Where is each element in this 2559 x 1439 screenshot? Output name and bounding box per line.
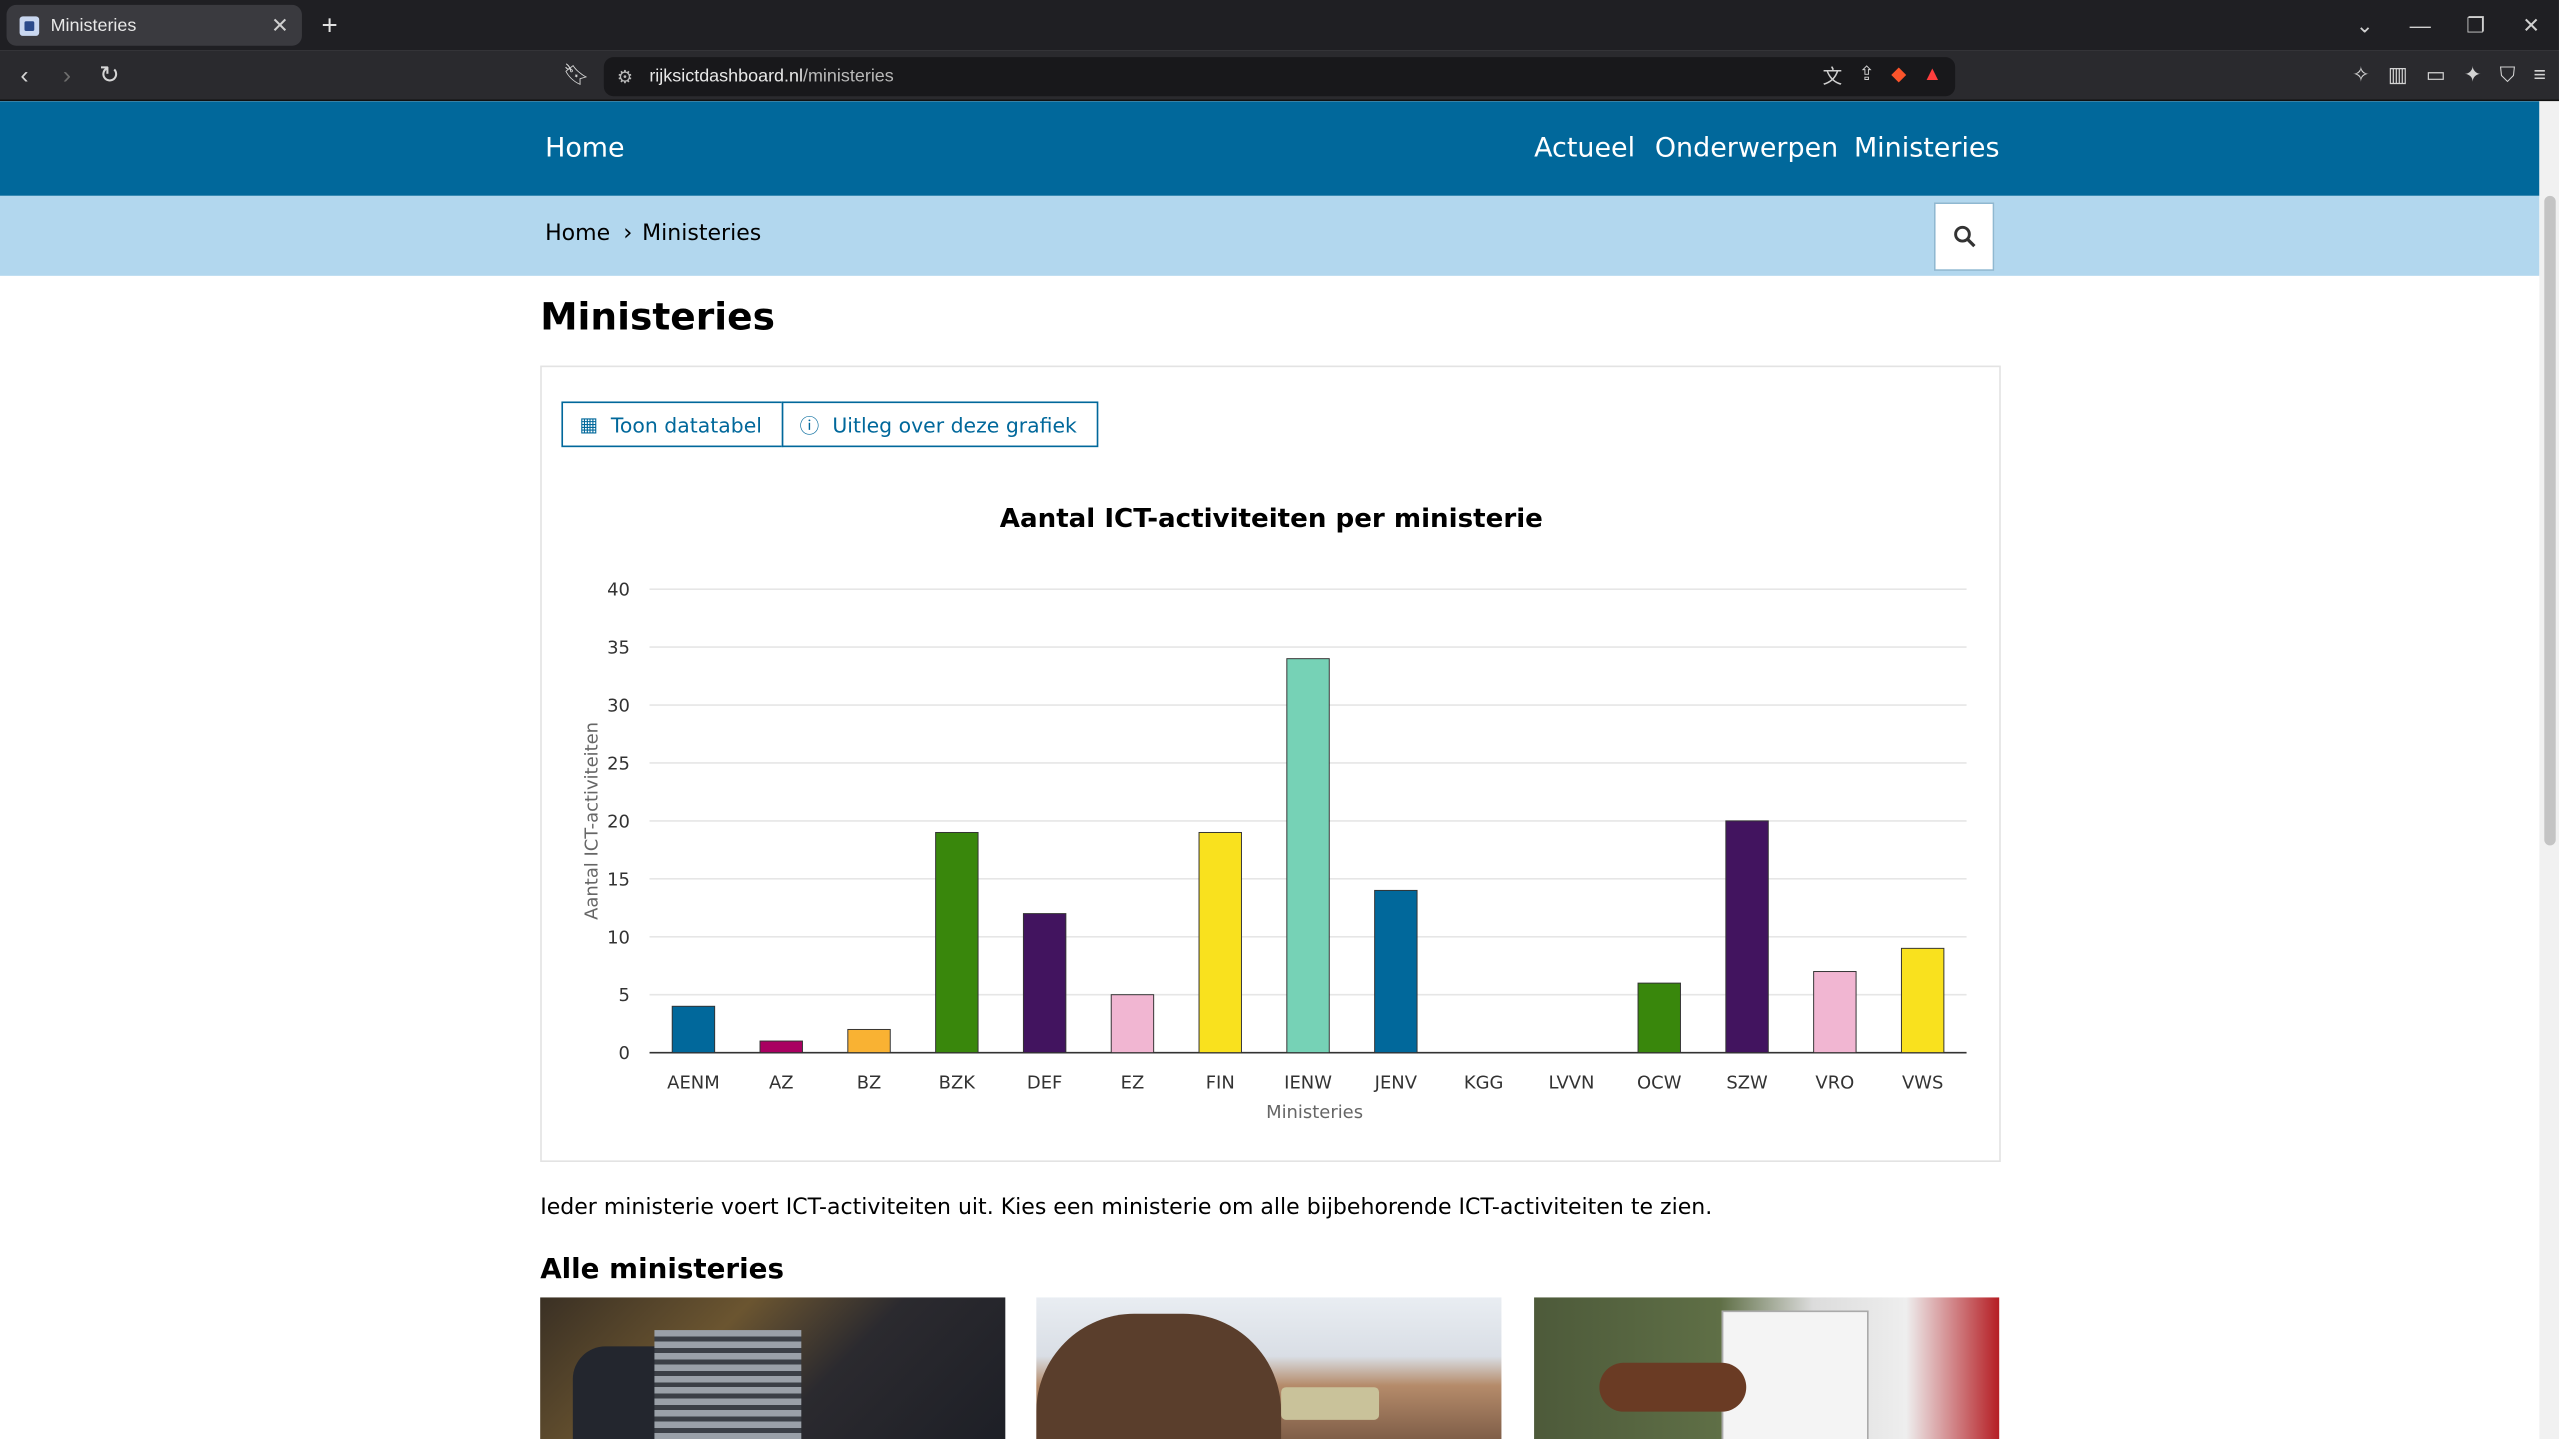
url-text: rijksictdashboard.nl/ministeries	[649, 67, 893, 87]
x-tick-label: DEF	[1027, 1073, 1062, 1094]
bar-aenm	[671, 1005, 716, 1054]
bar-fin	[1198, 831, 1242, 1054]
ministry-card-image[interactable]	[1534, 1297, 2000, 1439]
bar-vws	[1900, 947, 1945, 1054]
translate-icon[interactable]: 文	[1823, 62, 1843, 90]
x-tick-label: JENV	[1374, 1073, 1418, 1094]
address-bar[interactable]: ⚙︎ rijksictdashboard.nl/ministeries 文 ⇪ …	[603, 57, 1956, 97]
chart-title: Aantal ICT-activiteiten per ministerie	[1000, 504, 1543, 534]
close-tab-icon[interactable]: ✕	[271, 12, 289, 38]
ministry-card-image[interactable]	[1036, 1297, 1502, 1439]
bar-ez	[1110, 994, 1155, 1054]
site-header: Home Actueel Onderwerpen Ministeries	[0, 101, 2540, 196]
extensions-icon[interactable]: ✧	[2352, 62, 2370, 88]
x-tick-label: AENM	[667, 1073, 720, 1094]
page-scrollbar[interactable]	[2539, 101, 2559, 1439]
share-icon[interactable]: ⇪	[1859, 62, 1875, 90]
y-tick-label: 30	[607, 696, 630, 717]
y-tick-label: 10	[607, 927, 630, 948]
y-axis-label: Aantal ICT-activiteiten	[581, 722, 602, 920]
search-icon	[1953, 225, 1975, 248]
x-tick-label: KGG	[1464, 1073, 1504, 1094]
nav-onderwerpen[interactable]: Onderwerpen	[1655, 132, 1838, 163]
leo-ai-icon[interactable]: ✦	[2464, 62, 2482, 88]
site-favicon-icon	[19, 15, 40, 36]
intro-text: Ieder ministerie voert ICT-activiteiten …	[540, 1194, 1713, 1221]
bar-szw	[1725, 820, 1769, 1054]
section-title: Alle ministeries	[540, 1253, 784, 1287]
browser-tab-bar: Ministeries ✕ + ⌄ — ❐ ✕	[0, 0, 2559, 51]
bar-jenv	[1374, 889, 1418, 1054]
minimize-icon[interactable]: —	[2393, 13, 2448, 37]
tab-title: Ministeries	[50, 15, 137, 36]
bar-def	[1022, 913, 1067, 1054]
x-tick-label: VWS	[1902, 1073, 1943, 1094]
x-tick-label: LVVN	[1548, 1073, 1594, 1094]
bar-vro	[1813, 971, 1857, 1054]
x-tick-label: IENW	[1284, 1073, 1332, 1094]
nav-actueel[interactable]: Actueel	[1534, 132, 1635, 163]
y-tick-label: 35	[607, 638, 630, 659]
y-tick-label: 0	[619, 1043, 630, 1064]
x-tick-label: BZK	[939, 1073, 977, 1094]
restore-icon[interactable]: ❐	[2448, 12, 2503, 38]
breadcrumb: Home › Ministeries	[545, 220, 761, 246]
menu-icon[interactable]: ≡	[2534, 62, 2546, 88]
bookmark-icon[interactable]: 🔖︎	[563, 62, 590, 88]
url-domain: rijksictdashboard.nl	[649, 66, 803, 87]
close-window-icon[interactable]: ✕	[2503, 12, 2558, 38]
page-title: Ministeries	[540, 297, 775, 340]
y-tick-label: 5	[619, 985, 630, 1006]
x-tick-label: SZW	[1726, 1073, 1768, 1094]
scrollbar-thumb[interactable]	[2544, 195, 2556, 846]
reload-icon[interactable]: ↻	[91, 60, 127, 90]
chevron-right-icon: ›	[623, 220, 633, 247]
breadcrumb-bar: Home › Ministeries	[0, 195, 2540, 276]
x-axis-label: Ministeries	[1266, 1102, 1363, 1123]
new-tab-plus-icon[interactable]: +	[322, 9, 338, 42]
bar-chart: Aantal ICT-activiteiten per ministerie 0 5…	[581, 504, 1967, 1123]
x-tick-label: VRO	[1815, 1073, 1854, 1094]
x-tick-label: BZ	[857, 1073, 882, 1094]
browser-tab[interactable]: Ministeries ✕	[6, 4, 302, 46]
y-tick-label: 15	[607, 869, 630, 890]
x-tick-label: OCW	[1637, 1073, 1682, 1094]
nav-ministeries[interactable]: Ministeries	[1854, 132, 2000, 163]
y-tick-label: 20	[607, 811, 630, 832]
vpn-shield-icon[interactable]: ⛉	[2500, 62, 2516, 88]
url-path: /ministeries	[802, 66, 894, 87]
page-content: Home Actueel Onderwerpen Ministeries Hom…	[0, 101, 2540, 1439]
bar-ocw	[1637, 982, 1681, 1054]
breadcrumb-home[interactable]: Home	[545, 220, 610, 246]
chart-card: ▦ Toon datatabel ⓘ Uitleg over deze graf…	[540, 365, 2001, 1162]
bar-az	[759, 1040, 803, 1054]
window-controls: ⌄ — ❐ ✕	[2337, 0, 2559, 51]
x-tick-label: FIN	[1206, 1073, 1235, 1094]
tab-list-chevron-icon[interactable]: ⌄	[2337, 12, 2392, 38]
site-settings-icon[interactable]: ⚙︎	[617, 66, 633, 88]
x-tick-label: EZ	[1121, 1073, 1145, 1094]
search-button[interactable]	[1933, 202, 1995, 271]
bar-bzk	[935, 831, 979, 1054]
sidebar-icon[interactable]: ▥	[2388, 62, 2408, 88]
wallet-icon[interactable]: ▭	[2426, 62, 2446, 88]
breadcrumb-current: Ministeries	[642, 220, 762, 247]
forward-arrow-icon[interactable]: ›	[49, 61, 85, 89]
y-tick-label: 40	[607, 580, 630, 601]
brave-rewards-icon[interactable]: ▲	[1923, 62, 1942, 90]
home-link[interactable]: Home	[545, 132, 625, 163]
y-tick-label: 25	[607, 753, 630, 774]
brave-shields-icon[interactable]: ◆	[1891, 62, 1906, 90]
ministry-card-image[interactable]	[540, 1297, 1006, 1439]
bar-ienw	[1286, 658, 1330, 1054]
bar-bz	[847, 1028, 891, 1054]
browser-toolbar: ‹ › ↻ 🔖︎ ⚙︎ rijksictdashboard.nl/ministe…	[0, 50, 2559, 102]
back-arrow-icon[interactable]: ‹	[7, 61, 43, 89]
x-tick-label: AZ	[769, 1073, 794, 1094]
